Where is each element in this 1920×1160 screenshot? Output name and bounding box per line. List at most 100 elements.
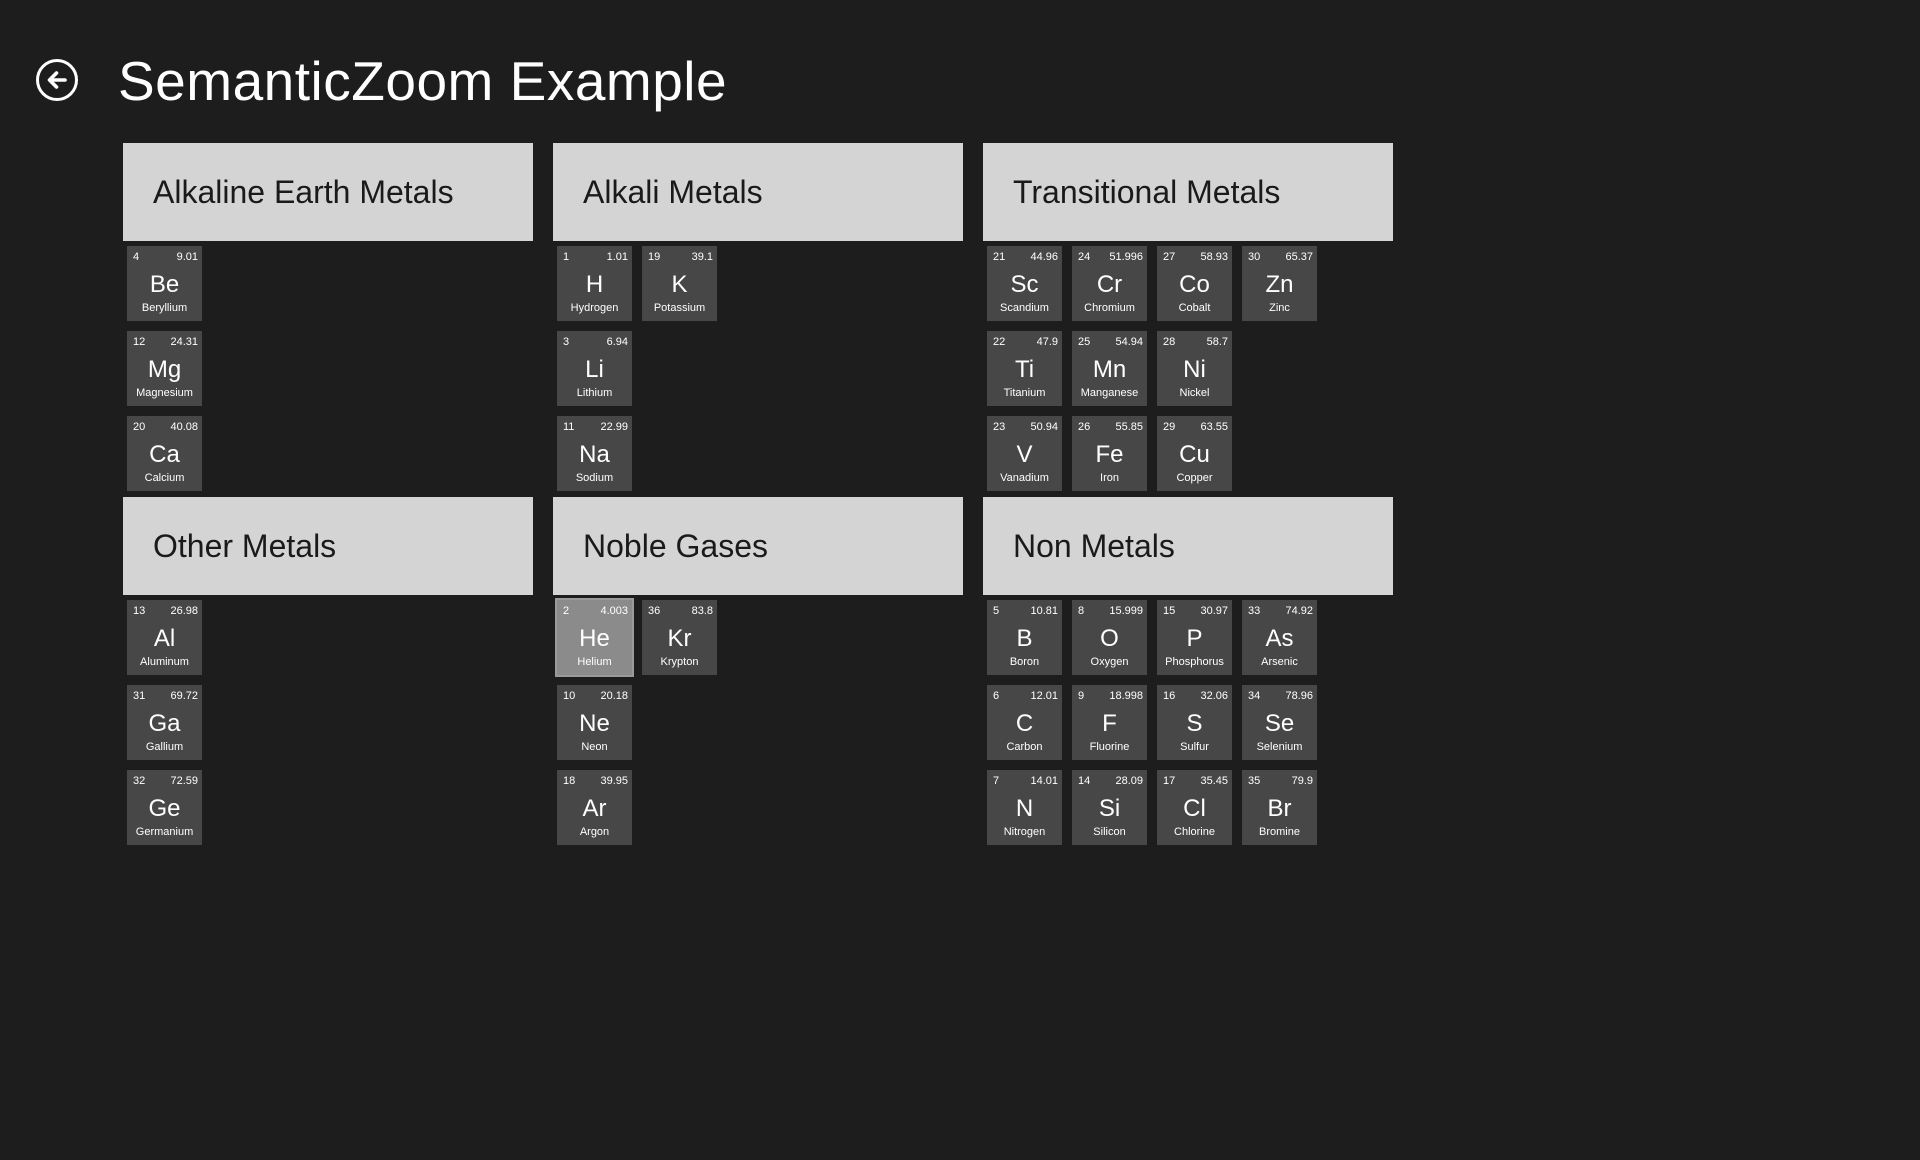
atomic-number: 29 — [1163, 421, 1176, 433]
element-symbol: Fe — [1095, 441, 1124, 468]
group-header[interactable]: Noble Gases — [553, 497, 963, 595]
element-tile[interactable]: 23 50.94 V Vanadium — [987, 416, 1062, 491]
element-tile[interactable]: 29 63.55 Cu Copper — [1157, 416, 1232, 491]
element-tiles: 1 1.01 H Hydrogen 3 6.94 Li Lithium 11 22.99 Na Sod… — [553, 241, 963, 493]
element-symbol: B — [1016, 625, 1033, 652]
atomic-number: 8 — [1078, 605, 1085, 617]
element-symbol: Co — [1179, 271, 1210, 298]
element-tile[interactable]: 22 47.9 Ti Titanium — [987, 331, 1062, 406]
element-name: Gallium — [145, 741, 184, 753]
atomic-mass: 44.96 — [1030, 251, 1058, 263]
element-tile[interactable]: 11 22.99 Na Sodium — [557, 416, 632, 491]
atomic-number: 26 — [1078, 421, 1091, 433]
atomic-number: 14 — [1078, 775, 1091, 787]
element-tile[interactable]: 20 40.08 Ca Calcium — [127, 416, 202, 491]
element-tile[interactable]: 4 9.01 Be Beryllium — [127, 246, 202, 321]
atomic-number: 28 — [1163, 336, 1176, 348]
atomic-mass: 10.81 — [1030, 605, 1058, 617]
element-tile[interactable]: 7 14.01 N Nitrogen — [987, 770, 1062, 845]
atomic-number: 19 — [648, 251, 661, 263]
element-name: Scandium — [1000, 302, 1049, 314]
element-tile[interactable]: 6 12.01 C Carbon — [987, 685, 1062, 760]
element-name: Iron — [1100, 472, 1119, 484]
page-title: SemanticZoom Example — [118, 50, 728, 112]
atomic-mass: 54.94 — [1115, 336, 1143, 348]
atomic-mass: 65.37 — [1285, 251, 1313, 263]
element-tile[interactable]: 10 20.18 Ne Neon — [557, 685, 632, 760]
element-tile[interactable]: 2 4.003 He Helium — [555, 598, 634, 677]
element-tile[interactable]: 3 6.94 Li Lithium — [557, 331, 632, 406]
atomic-mass: 35.45 — [1200, 775, 1228, 787]
atomic-mass: 6.94 — [606, 336, 628, 348]
group-header[interactable]: Other Metals — [123, 497, 533, 595]
element-tile[interactable]: 34 78.96 Se Selenium — [1242, 685, 1317, 760]
element-tile[interactable]: 17 35.45 Cl Chlorine — [1157, 770, 1232, 845]
element-tile[interactable]: 33 74.92 As Arsenic — [1242, 600, 1317, 675]
element-name: Potassium — [653, 302, 706, 314]
element-symbol: Ga — [148, 710, 181, 737]
element-tile[interactable]: 1 1.01 H Hydrogen — [557, 246, 632, 321]
element-tile[interactable]: 13 26.98 Al Aluminum — [127, 600, 202, 675]
element-tile[interactable]: 36 83.8 Kr Krypton — [642, 600, 717, 675]
element-name: Arsenic — [1261, 656, 1298, 668]
element-tile[interactable]: 35 79.9 Br Bromine — [1242, 770, 1317, 845]
element-name: Phosphorus — [1165, 656, 1224, 668]
element-tile[interactable]: 15 30.97 P Phosphorus — [1157, 600, 1232, 675]
element-tile[interactable]: 16 32.06 S Sulfur — [1157, 685, 1232, 760]
element-symbol: Al — [153, 625, 176, 652]
element-tile[interactable]: 18 39.95 Ar Argon — [557, 770, 632, 845]
element-tiles: 4 9.01 Be Beryllium 12 24.31 Mg Magnesium 20 40.0… — [123, 241, 533, 493]
element-symbol: Zn — [1265, 271, 1294, 298]
atomic-mass: 58.7 — [1206, 336, 1228, 348]
element-group: Alkali Metals 1 1.01 H Hydrogen 3 6.94 Li Lithiu… — [553, 143, 963, 493]
element-tile[interactable]: 9 18.998 F Fluorine — [1072, 685, 1147, 760]
atomic-number: 3 — [563, 336, 570, 348]
element-name: Chromium — [1084, 302, 1135, 314]
element-tile[interactable]: 26 55.85 Fe Iron — [1072, 416, 1147, 491]
element-tile[interactable]: 25 54.94 Mn Manganese — [1072, 331, 1147, 406]
element-tile[interactable]: 30 65.37 Zn Zinc — [1242, 246, 1317, 321]
group-header[interactable]: Transitional Metals — [983, 143, 1393, 241]
atomic-number: 31 — [133, 690, 146, 702]
atomic-number: 11 — [563, 421, 575, 433]
atomic-mass: 24.31 — [170, 336, 198, 348]
element-symbol: Br — [1267, 795, 1292, 822]
element-tile[interactable]: 12 24.31 Mg Magnesium — [127, 331, 202, 406]
element-tile[interactable]: 24 51.996 Cr Chromium — [1072, 246, 1147, 321]
group-header[interactable]: Alkali Metals — [553, 143, 963, 241]
atomic-mass: 55.85 — [1115, 421, 1143, 433]
element-tile[interactable]: 31 69.72 Ga Gallium — [127, 685, 202, 760]
element-tile[interactable]: 5 10.81 B Boron — [987, 600, 1062, 675]
element-name: Krypton — [660, 656, 699, 668]
element-symbol: Kr — [667, 625, 692, 652]
atomic-number: 15 — [1163, 605, 1176, 617]
element-symbol: V — [1016, 441, 1033, 468]
element-tile[interactable]: 8 15.999 O Oxygen — [1072, 600, 1147, 675]
element-name: Fluorine — [1089, 741, 1130, 753]
element-name: Lithium — [576, 387, 613, 399]
atomic-mass: 47.9 — [1036, 336, 1058, 348]
atomic-mass: 69.72 — [170, 690, 198, 702]
atomic-number: 9 — [1078, 690, 1085, 702]
element-name: Selenium — [1256, 741, 1303, 753]
back-button[interactable] — [36, 59, 78, 101]
atomic-mass: 39.95 — [600, 775, 628, 787]
group-header[interactable]: Alkaline Earth Metals — [123, 143, 533, 241]
arrow-left-icon — [47, 71, 67, 89]
element-tile[interactable]: 14 28.09 Si Silicon — [1072, 770, 1147, 845]
atomic-number: 22 — [993, 336, 1006, 348]
element-tile[interactable]: 19 39.1 K Potassium — [642, 246, 717, 321]
atomic-mass: 1.01 — [606, 251, 628, 263]
element-symbol: Se — [1264, 710, 1295, 737]
group-header[interactable]: Non Metals — [983, 497, 1393, 595]
atomic-number: 21 — [993, 251, 1006, 263]
element-symbol: Ar — [582, 795, 607, 822]
atomic-mass: 22.99 — [600, 421, 628, 433]
element-tile[interactable]: 32 72.59 Ge Germanium — [127, 770, 202, 845]
element-symbol: Ni — [1183, 356, 1206, 383]
element-tile[interactable]: 27 58.93 Co Cobalt — [1157, 246, 1232, 321]
element-tile[interactable]: 21 44.96 Sc Scandium — [987, 246, 1062, 321]
atomic-number: 16 — [1163, 690, 1176, 702]
atomic-number: 36 — [648, 605, 661, 617]
element-tile[interactable]: 28 58.7 Ni Nickel — [1157, 331, 1232, 406]
